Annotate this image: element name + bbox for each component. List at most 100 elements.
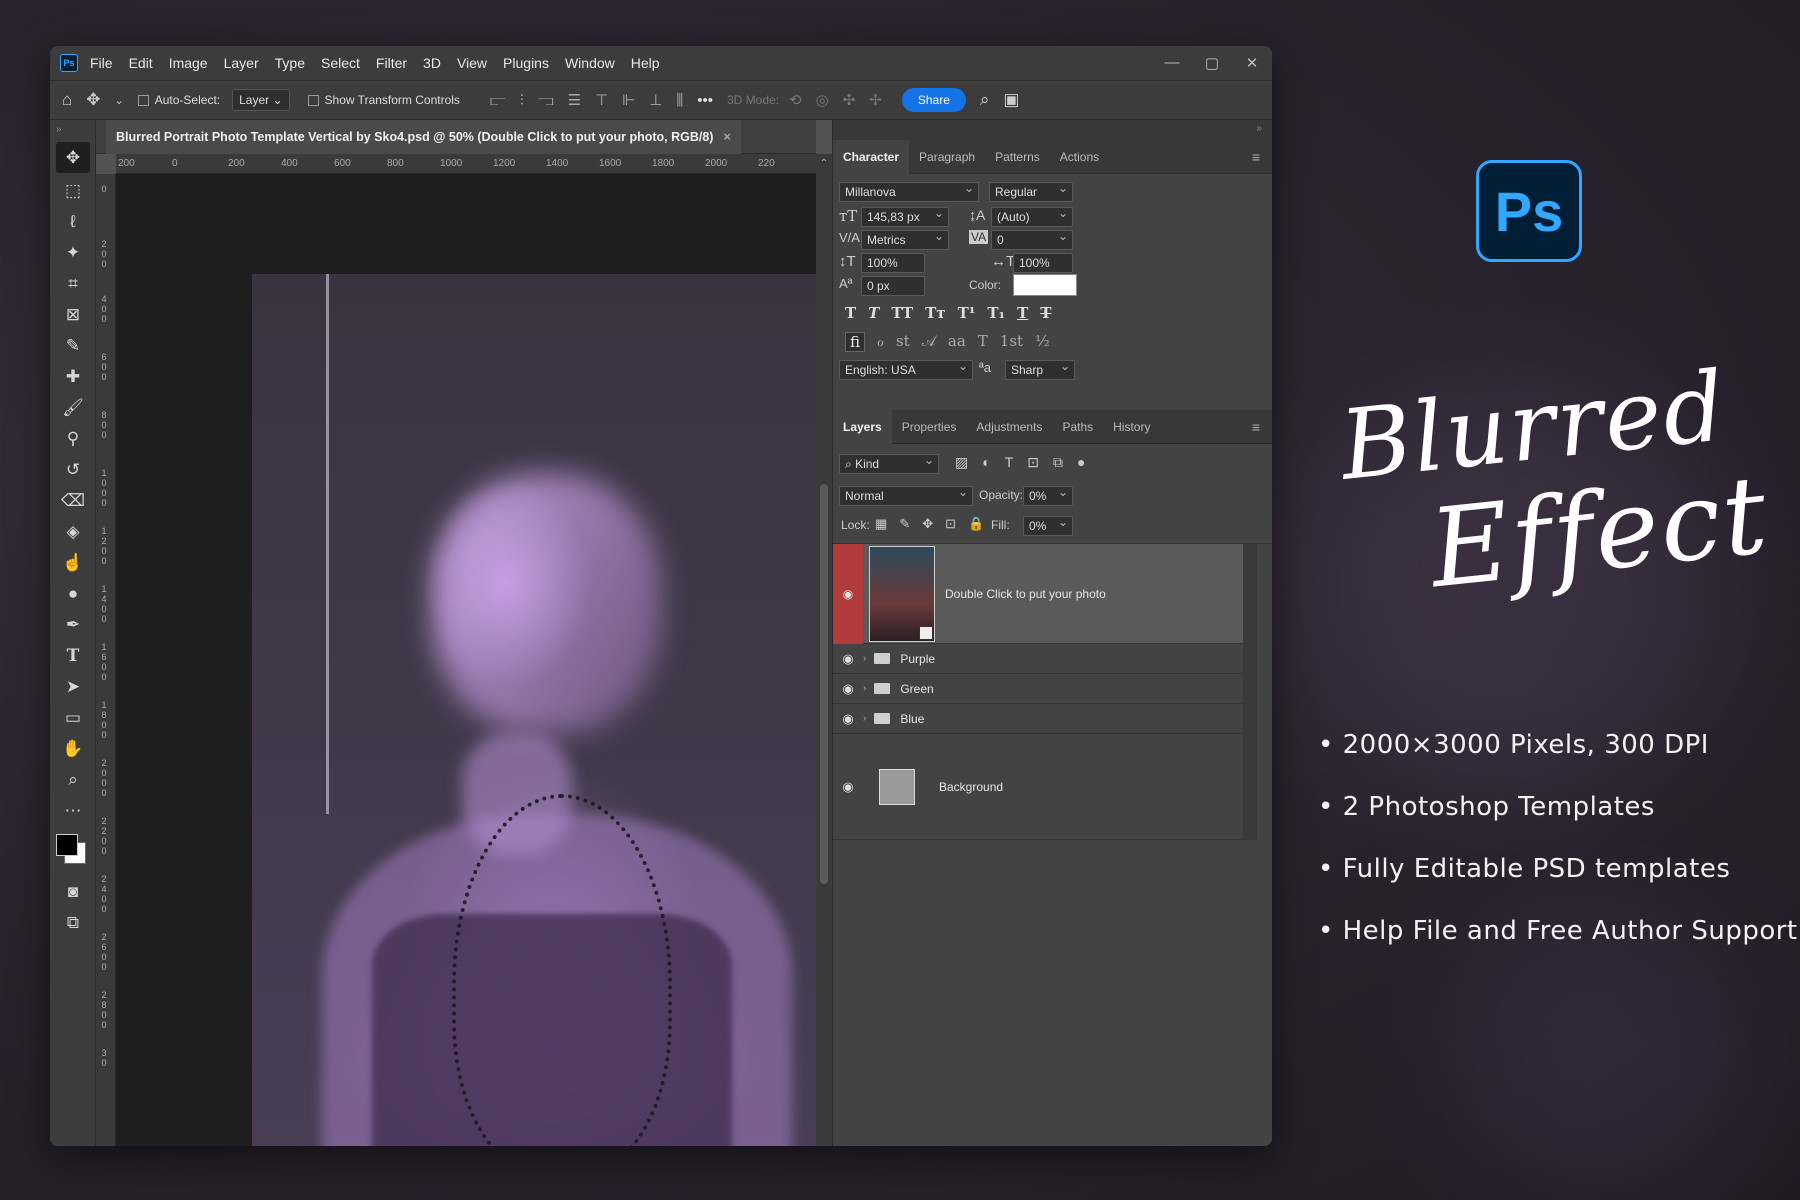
hand-tool-icon[interactable]: ✋: [50, 733, 96, 764]
titling-icon[interactable]: T: [978, 332, 988, 352]
eraser-tool-icon[interactable]: ⌫: [50, 485, 96, 516]
collapse-icon[interactable]: »: [50, 120, 95, 140]
small-caps-icon[interactable]: Tт: [925, 304, 945, 322]
menu-plugins[interactable]: Plugins: [503, 55, 549, 71]
layer-visibility-eye-icon[interactable]: ◉: [833, 711, 863, 727]
ordinals-icon[interactable]: 1st: [1000, 332, 1023, 352]
search-icon[interactable]: ⌕: [980, 90, 990, 110]
align-left-icon[interactable]: ⫍: [490, 92, 506, 109]
lock-position-icon[interactable]: ✥: [922, 516, 933, 532]
tab-actions[interactable]: Actions: [1050, 140, 1109, 174]
tab-paths[interactable]: Paths: [1052, 410, 1103, 444]
canvas-area[interactable]: [116, 174, 850, 1146]
language-select[interactable]: English: USA: [839, 359, 973, 380]
marquee-tool-icon[interactable]: ⬚: [50, 175, 96, 206]
lasso-tool-icon[interactable]: ℓ: [50, 206, 96, 237]
transform-controls-checkbox[interactable]: [307, 94, 319, 106]
pen-tool-icon[interactable]: ✒: [50, 609, 96, 640]
menu-file[interactable]: File: [90, 55, 113, 71]
lock-artboard-icon[interactable]: ⊡: [945, 516, 956, 532]
distribute-vertical-icon[interactable]: ⫼: [676, 92, 683, 109]
more-options-icon[interactable]: •••: [697, 92, 713, 109]
ps-app-icon[interactable]: Ps: [60, 54, 78, 72]
healing-brush-icon[interactable]: ✚: [50, 361, 96, 392]
stylistic-alternates-icon[interactable]: aa: [948, 332, 966, 352]
shape-filter-icon[interactable]: ⊡: [1027, 454, 1039, 471]
discretionary-ligatures-icon[interactable]: ℴ: [877, 332, 884, 352]
lock-image-icon[interactable]: ✎: [899, 516, 910, 532]
screen-mode-icon[interactable]: ⧉: [50, 907, 96, 938]
panel-menu-icon[interactable]: ≡: [1252, 149, 1260, 165]
align-middle-icon[interactable]: ⊩: [622, 91, 635, 109]
move-tool-icon[interactable]: ✥: [86, 90, 100, 110]
canvas-vertical-scrollbar[interactable]: ⌃: [816, 154, 832, 1146]
align-center-icon[interactable]: ⫶: [520, 92, 524, 109]
fill-field[interactable]: 0%: [1023, 515, 1073, 536]
share-button[interactable]: Share: [901, 88, 966, 112]
more-tools-icon[interactable]: ⋯: [50, 795, 96, 826]
strikethrough-icon[interactable]: T: [1040, 304, 1051, 322]
menu-edit[interactable]: Edit: [129, 55, 153, 71]
menu-image[interactable]: Image: [169, 55, 208, 71]
menu-type[interactable]: Type: [275, 55, 305, 71]
layer-filter-kind[interactable]: ⌕ Kind: [839, 453, 939, 474]
layer-row-blue[interactable]: ◉ › Blue: [833, 704, 1243, 734]
maximize-icon[interactable]: ▢: [1192, 54, 1232, 72]
brush-tool-icon[interactable]: 🖌: [50, 392, 96, 423]
lock-transparent-icon[interactable]: ▦: [875, 516, 887, 532]
adjustment-filter-icon[interactable]: ◐: [982, 454, 990, 471]
menu-layer[interactable]: Layer: [224, 55, 259, 71]
baseline-shift-field[interactable]: 0 px: [861, 276, 925, 296]
move-tool-icon[interactable]: ✥: [56, 142, 90, 173]
tab-layers[interactable]: Layers: [833, 409, 892, 444]
magic-wand-icon[interactable]: ✦: [50, 237, 96, 268]
kerning-field[interactable]: Metrics: [861, 229, 949, 250]
swash-icon[interactable]: 𝒜: [922, 332, 936, 352]
superscript-icon[interactable]: T¹: [958, 304, 976, 322]
panel-collapse-icon[interactable]: »: [833, 120, 1272, 140]
horizontal-scale-field[interactable]: 100%: [1013, 253, 1073, 273]
workspace-icon[interactable]: ▣: [1003, 90, 1019, 110]
layer-row-purple[interactable]: ◉ › Purple: [833, 644, 1243, 674]
menu-view[interactable]: View: [457, 55, 487, 71]
tab-patterns[interactable]: Patterns: [985, 140, 1050, 174]
tab-paragraph[interactable]: Paragraph: [909, 140, 985, 174]
tracking-field[interactable]: 0: [991, 229, 1073, 250]
paint-bucket-icon[interactable]: ◈: [50, 516, 96, 547]
distribute-icon[interactable]: ☰: [568, 91, 581, 109]
expand-group-icon[interactable]: ›: [863, 653, 866, 664]
frame-tool-icon[interactable]: ⊠: [50, 299, 96, 330]
expand-group-icon[interactable]: ›: [863, 713, 866, 724]
text-color-swatch[interactable]: [1013, 274, 1077, 296]
foreground-color-swatch[interactable]: [56, 834, 78, 856]
align-right-icon[interactable]: ⫎: [538, 92, 554, 109]
vertical-scale-field[interactable]: 100%: [861, 253, 925, 273]
layer-row-photo[interactable]: ◉ Double Click to put your photo: [833, 543, 1243, 644]
history-brush-icon[interactable]: ↺: [50, 454, 96, 485]
home-icon[interactable]: ⌂: [62, 90, 72, 110]
close-icon[interactable]: ✕: [1232, 54, 1272, 72]
layer-visibility-eye-icon[interactable]: ◉: [833, 681, 863, 697]
layer-visibility-eye-icon[interactable]: ◉: [833, 651, 863, 667]
minimize-icon[interactable]: —: [1152, 54, 1192, 72]
smart-object-filter-icon[interactable]: ⧉: [1053, 454, 1063, 471]
underline-icon[interactable]: T: [1017, 304, 1028, 322]
rectangle-tool-icon[interactable]: ▭: [50, 702, 96, 733]
fractions-icon[interactable]: ½: [1035, 332, 1050, 352]
opacity-field[interactable]: 0%: [1023, 485, 1073, 506]
chevron-down-icon[interactable]: ⌄: [115, 94, 124, 107]
all-caps-icon[interactable]: TT: [891, 304, 913, 322]
auto-select-dropdown[interactable]: Layer ⌄: [232, 89, 290, 111]
panel-menu-icon[interactable]: ≡: [1252, 419, 1260, 435]
auto-select-checkbox[interactable]: [137, 94, 149, 106]
tab-properties[interactable]: Properties: [892, 410, 967, 444]
blend-mode-select[interactable]: Normal: [839, 485, 973, 506]
dodge-tool-icon[interactable]: ●: [50, 578, 96, 609]
subscript-icon[interactable]: T₁: [987, 304, 1005, 322]
smudge-tool-icon[interactable]: ☝: [50, 547, 96, 578]
font-size-field[interactable]: 145,83 px: [861, 206, 949, 227]
layer-visibility-eye-icon[interactable]: ◉: [833, 543, 863, 644]
scroll-thumb[interactable]: [820, 484, 828, 884]
document-tab[interactable]: Blurred Portrait Photo Template Vertical…: [106, 119, 741, 154]
pixel-filter-icon[interactable]: ▨: [955, 454, 968, 471]
